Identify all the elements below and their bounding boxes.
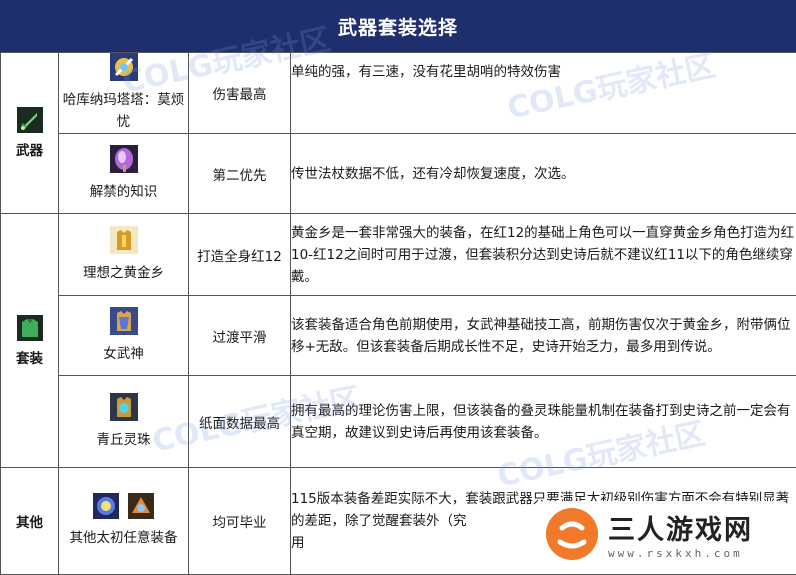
logo-title: 三人游戏网 <box>608 508 753 547</box>
forbidden-knowledge-weapon-icon <box>110 145 138 173</box>
priority-cell: 打造全身红12 <box>189 214 291 296</box>
category-label: 武器 <box>16 143 43 159</box>
table-row: 解禁的知识 第二优先 传世法杖数据不低，还有冷却恢复速度，次选。 <box>1 134 796 214</box>
item-cell: 青丘灵珠 <box>59 376 189 468</box>
table-row: 套装 理想之黄金乡 打造全身红12 黄金乡是一套非常强大的装备，在红12的基础上… <box>1 214 796 296</box>
priority-cell: 过渡平滑 <box>189 296 291 376</box>
table-row: 武器 哈库纳玛塔塔：莫烦忧 伤害最高 单纯的强，有三速，没有花里胡哨的特效伤害 <box>1 53 796 134</box>
item-name: 哈库纳玛塔塔：莫烦忧 <box>59 89 188 133</box>
description-cell: 该套装备适合角色前期使用，女武神基础技工高，前期伤害仅次于黄金乡，附带俩位移+无… <box>291 296 796 376</box>
golden-land-armor-icon <box>110 226 138 254</box>
qingqiu-orb-armor-icon <box>110 393 138 421</box>
table-row: 女武神 过渡平滑 该套装备适合角色前期使用，女武神基础技工高，前期伤害仅次于黄金… <box>1 296 796 376</box>
description-cell: 传世法杖数据不低，还有冷却恢复速度，次选。 <box>291 134 796 214</box>
sword-icon <box>17 107 43 133</box>
item-cell: 哈库纳玛塔塔：莫烦忧 <box>59 53 189 134</box>
site-logo-badge: 三人游戏网 www.rsxkxh.com <box>538 501 788 567</box>
item-cell: 解禁的知识 <box>59 134 189 214</box>
gear-selection-table: 武器 哈库纳玛塔塔：莫烦忧 伤害最高 单纯的强，有三速，没有花里胡哨的特效伤害 <box>0 52 796 575</box>
page-title: 武器套装选择 <box>0 0 796 52</box>
item-name: 女武神 <box>59 343 188 365</box>
category-other: 其他 <box>1 468 59 575</box>
item-name: 青丘灵珠 <box>59 429 188 451</box>
category-weapon: 武器 <box>1 53 59 214</box>
item-name: 解禁的知识 <box>59 181 188 203</box>
logo-mark-icon <box>544 506 600 562</box>
priority-cell: 伤害最高 <box>189 53 291 134</box>
priority-cell: 纸面数据最高 <box>189 376 291 468</box>
description-cell: 单纯的强，有三速，没有花里胡哨的特效伤害 <box>291 53 796 134</box>
item-name: 其他太初任意装备 <box>59 527 188 549</box>
item-cell: 理想之黄金乡 <box>59 214 189 296</box>
primordial-gear-icon-2 <box>128 493 154 519</box>
item-cell: 其他太初任意装备 <box>59 468 189 575</box>
priority-cell: 第二优先 <box>189 134 291 214</box>
category-label: 其他 <box>16 515 43 531</box>
description-cell: 拥有最高的理论伤害上限，但该装备的叠灵珠能量机制在装备打到史诗之前一定会有真空期… <box>291 376 796 468</box>
primordial-gear-icon-1 <box>93 493 119 519</box>
priority-cell: 均可毕业 <box>189 468 291 575</box>
category-label: 套装 <box>16 351 43 367</box>
armor-icon <box>17 315 43 341</box>
logo-url: www.rsxkxh.com <box>608 547 753 560</box>
hakuna-matata-weapon-icon <box>110 53 138 81</box>
item-cell: 女武神 <box>59 296 189 376</box>
description-cell: 黄金乡是一套非常强大的装备，在红12的基础上角色可以一直穿黄金乡角色打造为红10… <box>291 214 796 296</box>
table-row: 青丘灵珠 纸面数据最高 拥有最高的理论伤害上限，但该装备的叠灵珠能量机制在装备打… <box>1 376 796 468</box>
valkyrie-armor-icon <box>110 307 138 335</box>
page-title-text: 武器套装选择 <box>338 13 458 40</box>
item-name: 理想之黄金乡 <box>59 262 188 284</box>
description-tail: 用 <box>291 535 305 551</box>
category-armor: 套装 <box>1 214 59 468</box>
